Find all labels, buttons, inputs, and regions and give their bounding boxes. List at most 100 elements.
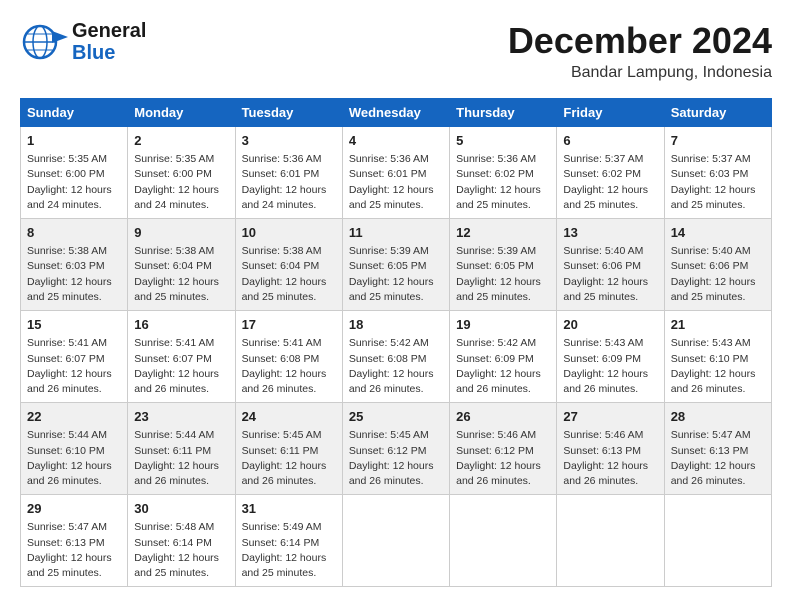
day-number: 19 (456, 316, 550, 334)
table-row: 28 Sunrise: 5:47 AM Sunset: 6:13 PM Dayli… (664, 403, 771, 495)
table-row (557, 495, 664, 587)
col-saturday: Saturday (664, 99, 771, 127)
table-row: 11Sunrise: 5:39 AM Sunset: 6:05 PM Dayli… (342, 219, 449, 311)
table-row (664, 495, 771, 587)
logo-blue: Blue (72, 42, 146, 64)
table-row: 29Sunrise: 5:47 AM Sunset: 6:13 PM Dayli… (21, 495, 128, 587)
table-row: 6 Sunrise: 5:37 AM Sunset: 6:02 PM Daylig… (557, 127, 664, 219)
day-info: Sunrise: 5:47 AM Sunset: 6:13 PM Dayligh… (671, 428, 765, 489)
day-number: 3 (242, 132, 336, 150)
day-number: 4 (349, 132, 443, 150)
day-info: Sunrise: 5:37 AM Sunset: 6:03 PM Dayligh… (671, 152, 765, 213)
table-row: 30 Sunrise: 5:48 AM Sunset: 6:14 PM Dayli… (128, 495, 235, 587)
day-info: Sunrise: 5:43 AM Sunset: 6:10 PM Dayligh… (671, 336, 765, 397)
day-number: 15 (27, 316, 121, 334)
day-info: Sunrise: 5:49 AM Sunset: 6:14 PM Dayligh… (242, 520, 336, 581)
day-number: 26 (456, 408, 550, 426)
table-row: 26 Sunrise: 5:46 AM Sunset: 6:12 PM Dayli… (450, 403, 557, 495)
day-info: Sunrise: 5:40 AM Sunset: 6:06 PM Dayligh… (671, 244, 765, 305)
location-subtitle: Bandar Lampung, Indonesia (508, 64, 772, 82)
table-row: 27Sunrise: 5:46 AM Sunset: 6:13 PM Dayli… (557, 403, 664, 495)
month-title: December 2024 (508, 20, 772, 62)
day-number: 9 (134, 224, 228, 242)
day-info: Sunrise: 5:37 AM Sunset: 6:02 PM Dayligh… (563, 152, 657, 213)
calendar-header-row: Sunday Monday Tuesday Wednesday Thursday… (21, 99, 772, 127)
col-wednesday: Wednesday (342, 99, 449, 127)
table-row: 25Sunrise: 5:45 AM Sunset: 6:12 PM Dayli… (342, 403, 449, 495)
day-number: 6 (563, 132, 657, 150)
day-info: Sunrise: 5:48 AM Sunset: 6:14 PM Dayligh… (134, 520, 228, 581)
day-number: 1 (27, 132, 121, 150)
table-row: 15Sunrise: 5:41 AM Sunset: 6:07 PM Dayli… (21, 311, 128, 403)
calendar-week-row: 1 Sunrise: 5:35 AM Sunset: 6:00 PM Daylig… (21, 127, 772, 219)
table-row: 4 Sunrise: 5:36 AM Sunset: 6:01 PM Daylig… (342, 127, 449, 219)
day-number: 7 (671, 132, 765, 150)
table-row: 31 Sunrise: 5:49 AM Sunset: 6:14 PM Dayli… (235, 495, 342, 587)
day-info: Sunrise: 5:45 AM Sunset: 6:11 PM Dayligh… (242, 428, 336, 489)
day-info: Sunrise: 5:38 AM Sunset: 6:03 PM Dayligh… (27, 244, 121, 305)
day-info: Sunrise: 5:43 AM Sunset: 6:09 PM Dayligh… (563, 336, 657, 397)
table-row: 3Sunrise: 5:36 AM Sunset: 6:01 PM Daylig… (235, 127, 342, 219)
day-info: Sunrise: 5:45 AM Sunset: 6:12 PM Dayligh… (349, 428, 443, 489)
table-row: 1 Sunrise: 5:35 AM Sunset: 6:00 PM Daylig… (21, 127, 128, 219)
day-info: Sunrise: 5:46 AM Sunset: 6:13 PM Dayligh… (563, 428, 657, 489)
logo-icon (20, 23, 68, 61)
day-number: 30 (134, 500, 228, 518)
day-number: 12 (456, 224, 550, 242)
day-number: 10 (242, 224, 336, 242)
table-row: 19 Sunrise: 5:42 AM Sunset: 6:09 PM Dayli… (450, 311, 557, 403)
day-info: Sunrise: 5:36 AM Sunset: 6:02 PM Dayligh… (456, 152, 550, 213)
day-number: 20 (563, 316, 657, 334)
day-number: 21 (671, 316, 765, 334)
day-info: Sunrise: 5:42 AM Sunset: 6:08 PM Dayligh… (349, 336, 443, 397)
day-number: 31 (242, 500, 336, 518)
table-row: 20 Sunrise: 5:43 AM Sunset: 6:09 PM Dayli… (557, 311, 664, 403)
day-info: Sunrise: 5:41 AM Sunset: 6:08 PM Dayligh… (242, 336, 336, 397)
day-info: Sunrise: 5:46 AM Sunset: 6:12 PM Dayligh… (456, 428, 550, 489)
title-area: December 2024 Bandar Lampung, Indonesia (508, 20, 772, 82)
logo: General Blue (20, 20, 146, 64)
logo-text: General (72, 20, 146, 42)
col-friday: Friday (557, 99, 664, 127)
table-row: 18 Sunrise: 5:42 AM Sunset: 6:08 PM Dayli… (342, 311, 449, 403)
day-number: 18 (349, 316, 443, 334)
col-tuesday: Tuesday (235, 99, 342, 127)
table-row: 14 Sunrise: 5:40 AM Sunset: 6:06 PM Dayli… (664, 219, 771, 311)
table-row: 23 Sunrise: 5:44 AM Sunset: 6:11 PM Dayli… (128, 403, 235, 495)
day-info: Sunrise: 5:35 AM Sunset: 6:00 PM Dayligh… (27, 152, 121, 213)
col-monday: Monday (128, 99, 235, 127)
table-row: 10 Sunrise: 5:38 AM Sunset: 6:04 PM Dayli… (235, 219, 342, 311)
table-row: 17Sunrise: 5:41 AM Sunset: 6:08 PM Dayli… (235, 311, 342, 403)
day-info: Sunrise: 5:38 AM Sunset: 6:04 PM Dayligh… (242, 244, 336, 305)
day-info: Sunrise: 5:36 AM Sunset: 6:01 PM Dayligh… (349, 152, 443, 213)
table-row: 12Sunrise: 5:39 AM Sunset: 6:05 PM Dayli… (450, 219, 557, 311)
day-number: 8 (27, 224, 121, 242)
day-info: Sunrise: 5:39 AM Sunset: 6:05 PM Dayligh… (349, 244, 443, 305)
day-number: 24 (242, 408, 336, 426)
table-row (342, 495, 449, 587)
table-row: 13Sunrise: 5:40 AM Sunset: 6:06 PM Dayli… (557, 219, 664, 311)
day-number: 14 (671, 224, 765, 242)
day-info: Sunrise: 5:42 AM Sunset: 6:09 PM Dayligh… (456, 336, 550, 397)
calendar-week-row: 22 Sunrise: 5:44 AM Sunset: 6:10 PM Dayli… (21, 403, 772, 495)
day-info: Sunrise: 5:35 AM Sunset: 6:00 PM Dayligh… (134, 152, 228, 213)
day-number: 22 (27, 408, 121, 426)
day-number: 23 (134, 408, 228, 426)
table-row: 21 Sunrise: 5:43 AM Sunset: 6:10 PM Dayli… (664, 311, 771, 403)
table-row: 7 Sunrise: 5:37 AM Sunset: 6:03 PM Daylig… (664, 127, 771, 219)
day-number: 5 (456, 132, 550, 150)
day-number: 29 (27, 500, 121, 518)
table-row: 9Sunrise: 5:38 AM Sunset: 6:04 PM Daylig… (128, 219, 235, 311)
table-row: 2Sunrise: 5:35 AM Sunset: 6:00 PM Daylig… (128, 127, 235, 219)
calendar-table: Sunday Monday Tuesday Wednesday Thursday… (20, 98, 772, 587)
table-row: 8 Sunrise: 5:38 AM Sunset: 6:03 PM Daylig… (21, 219, 128, 311)
col-thursday: Thursday (450, 99, 557, 127)
day-number: 13 (563, 224, 657, 242)
day-info: Sunrise: 5:44 AM Sunset: 6:10 PM Dayligh… (27, 428, 121, 489)
table-row: 5 Sunrise: 5:36 AM Sunset: 6:02 PM Daylig… (450, 127, 557, 219)
day-number: 28 (671, 408, 765, 426)
day-info: Sunrise: 5:44 AM Sunset: 6:11 PM Dayligh… (134, 428, 228, 489)
table-row: 16Sunrise: 5:41 AM Sunset: 6:07 PM Dayli… (128, 311, 235, 403)
table-row: 22 Sunrise: 5:44 AM Sunset: 6:10 PM Dayli… (21, 403, 128, 495)
calendar-week-row: 15Sunrise: 5:41 AM Sunset: 6:07 PM Dayli… (21, 311, 772, 403)
